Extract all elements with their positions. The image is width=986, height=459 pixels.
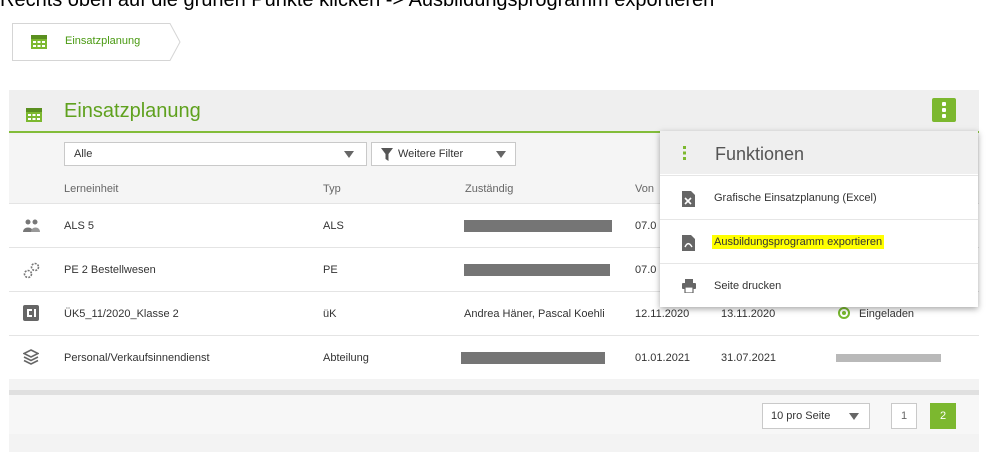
column-header-lerneinheit[interactable]: Lerneinheit xyxy=(64,183,118,195)
redacted-zustaendig xyxy=(464,220,612,232)
column-header-typ[interactable]: Typ xyxy=(323,183,341,195)
layers-icon xyxy=(23,349,39,365)
breadcrumb[interactable]: Einsatzplanung xyxy=(12,23,181,61)
cell-lerneinheit[interactable]: ÜK5_11/2020_Klasse 2 xyxy=(64,308,179,320)
menu-dot xyxy=(942,108,946,112)
column-header-von[interactable]: Von xyxy=(635,183,654,195)
menu-dots-icon xyxy=(942,102,946,106)
status-badge: Eingeladen xyxy=(859,308,915,320)
group-icon xyxy=(23,219,40,232)
cell-lerneinheit[interactable]: PE 2 Bestellwesen xyxy=(64,264,156,276)
pdf-file-icon xyxy=(682,235,695,251)
per-page-select[interactable]: 10 pro Seite xyxy=(762,403,870,429)
page-button-2-current[interactable]: 2 xyxy=(930,403,956,429)
breadcrumb-label: Einsatzplanung xyxy=(65,35,141,47)
menu-item-label: Seite drucken xyxy=(714,280,782,292)
type-filter-value: Alle xyxy=(74,148,93,160)
functions-dropdown: Funktionen Grafische Einsatzplanung (Exc… xyxy=(660,131,978,307)
functions-menu-button[interactable] xyxy=(932,98,956,122)
more-filters-button[interactable]: Weitere Filter xyxy=(371,142,516,166)
cell-bis: 31.07.2021 xyxy=(721,352,777,364)
redacted-zustaendig xyxy=(461,352,605,364)
more-filters-label: Weitere Filter xyxy=(398,148,464,160)
calendar-icon xyxy=(31,35,47,49)
cell-von: 12.11.2020 xyxy=(635,308,690,320)
menu-item-ausbildungsprogramm-exportieren[interactable]: Ausbildungsprogramm exportieren xyxy=(660,219,978,263)
menu-item-grafische-einsatzplanung[interactable]: Grafische Einsatzplanung (Excel) xyxy=(660,175,978,219)
status-invited-icon xyxy=(838,307,850,319)
caret-down-icon xyxy=(496,151,506,158)
cell-lerneinheit[interactable]: Personal/Verkaufsinnendienst xyxy=(64,352,210,364)
functions-dropdown-header: Funktionen xyxy=(660,131,978,174)
cell-lerneinheit[interactable]: ALS 5 xyxy=(64,220,94,232)
menu-item-label: Grafische Einsatzplanung (Excel) xyxy=(714,192,877,204)
gears-icon xyxy=(23,262,40,279)
type-filter-select[interactable]: Alle xyxy=(64,142,367,166)
vertical-dots-icon xyxy=(683,146,686,160)
cell-typ: ALS xyxy=(323,220,344,232)
column-header-zustaendig[interactable]: Zuständig xyxy=(465,183,513,195)
instruction-caption: Rechts oben auf die grünen Punkte klicke… xyxy=(0,0,715,11)
caret-down-icon xyxy=(344,151,354,158)
menu-dot xyxy=(942,114,946,118)
menu-item-label: Ausbildungsprogramm exportieren xyxy=(712,235,885,249)
cell-von: 07.0 xyxy=(635,264,657,276)
funnel-icon xyxy=(381,148,393,161)
cell-bis: 13.11.2020 xyxy=(721,308,776,320)
table-row[interactable]: Personal/Verkaufsinnendienst Abteilung 0… xyxy=(9,335,979,379)
page-title: Einsatzplanung xyxy=(64,100,201,122)
per-page-value: 10 pro Seite xyxy=(771,410,831,422)
cell-typ: PE xyxy=(323,264,338,276)
cell-von: 07.0 xyxy=(635,220,657,232)
cell-von: 01.01.2021 xyxy=(635,352,691,364)
excel-file-icon xyxy=(682,191,695,207)
print-icon xyxy=(682,279,696,293)
course-icon xyxy=(23,305,39,321)
cell-zustaendig: Andrea Häner, Pascal Koehli xyxy=(464,308,605,320)
redacted-zustaendig xyxy=(464,264,610,276)
cell-typ: üK xyxy=(323,308,337,320)
menu-item-seite-drucken[interactable]: Seite drucken xyxy=(660,263,978,307)
redacted-status xyxy=(836,354,941,362)
pagination: 10 pro Seite 1 2 xyxy=(9,390,979,434)
panel-header: Einsatzplanung xyxy=(9,90,979,133)
caret-down-icon xyxy=(849,413,859,420)
functions-title: Funktionen xyxy=(715,144,805,164)
page-button-1[interactable]: 1 xyxy=(891,403,917,429)
cell-typ: Abteilung xyxy=(323,352,369,364)
calendar-icon xyxy=(26,108,42,122)
